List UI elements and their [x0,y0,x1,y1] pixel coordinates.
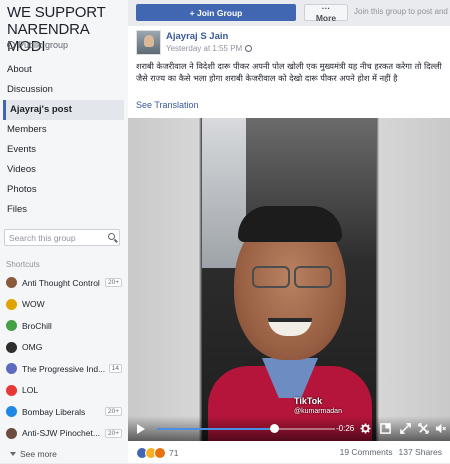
author-avatar[interactable] [136,30,161,55]
shortcut-item[interactable]: LOL [0,380,128,402]
see-more-label: See more [20,449,57,459]
see-more-link[interactable]: See more [0,444,128,464]
comments-count[interactable]: 19 Comments [340,447,393,457]
shares-count[interactable]: 137 Shares [399,447,442,457]
nav-discussion[interactable]: Discussion [0,80,128,100]
see-translation-link[interactable]: See Translation [136,100,199,110]
shortcut-label: WOW [22,299,45,310]
post-stats: 19 Comments 137 Shares [340,447,442,457]
post-author[interactable]: Ajayraj S Jain [166,31,228,42]
shortcuts-list: Anti Thought Control 20+ WOW BroChill OM… [0,272,128,464]
tiktok-watermark: TikTok [294,396,323,406]
group-privacy: Public group [7,40,68,50]
gear-icon[interactable] [360,423,371,434]
shortcut-label: Bombay Liberals [22,406,86,417]
tiktok-username: @kumarmadan [294,408,342,415]
group-avatar-icon [6,406,17,418]
search-icon[interactable] [108,233,115,240]
more-button[interactable]: ··· More [304,3,348,23]
car-window [202,118,246,268]
left-sidebar: WE SUPPORT NARENDRA MODI Public group Ab… [0,0,128,463]
reactions-summary[interactable]: 71 [136,447,178,459]
shortcut-label: BroChill [22,320,52,331]
notification-badge: 20+ [104,407,122,417]
shortcuts-heading: Shortcuts [6,260,40,269]
play-icon[interactable] [137,424,145,434]
group-privacy-label: Public group [18,40,69,50]
post-text: शराबी केजरीवाल ने विदेशी दारू पीकर अपनी … [136,61,442,83]
group-nav: About Discussion Ajayraj's post Members … [0,60,128,220]
notification-badge: 20+ [104,428,122,438]
nav-events[interactable]: Events [0,140,128,160]
shortcut-label: OMG [22,342,43,353]
notification-badge: 14 [108,364,122,374]
shortcut-label: Anti-SJW Pinochet... [22,428,100,439]
expand-icon[interactable] [400,423,411,434]
main-content: + Join Group ··· More Join this group to… [128,0,450,463]
search-placeholder: Search this group [9,233,76,243]
nav-photos[interactable]: Photos [0,180,128,200]
video-player[interactable]: TikTok @kumarmadan -0:26 [128,118,450,441]
video-controls: -0:26 [128,416,450,441]
video-progress-fill [157,428,275,430]
globe-icon [7,41,15,49]
post-card: Ajayraj S Jain Yesterday at 1:55 PM शराब… [128,26,450,463]
glasses-left [252,266,290,288]
nav-about[interactable]: About [0,60,128,80]
join-hint: Join this group to post and c [354,7,450,16]
shortcut-item[interactable]: Anti Thought Control 20+ [0,272,128,294]
video-progress-bar[interactable] [157,424,335,433]
video-person-hair [238,206,342,242]
nav-ajayrajs-post[interactable]: Ajayraj's post [3,100,124,120]
shortcut-item[interactable]: OMG [0,337,128,359]
globe-icon [245,45,253,52]
shortcut-item[interactable]: Bombay Liberals 20+ [0,401,128,423]
video-scrubber-handle[interactable] [270,424,280,433]
group-avatar-icon [6,427,17,439]
post-time-label: Yesterday at 1:55 PM [166,44,243,53]
post-footer: 71 19 Comments 137 Shares [128,443,450,463]
shortcut-item[interactable]: The Progressive Ind... 14 [0,358,128,380]
group-avatar-icon [6,277,17,289]
nav-files[interactable]: Files [0,200,128,220]
chevron-down-icon [10,452,16,456]
glasses-right [294,266,332,288]
group-avatar-icon [6,320,17,332]
video-time-remaining: -0:26 [336,424,355,433]
group-action-bar: + Join Group ··· More Join this group to… [128,0,450,26]
shortcut-label: LOL [22,385,39,396]
pip-icon[interactable] [418,423,429,434]
group-avatar-icon [6,384,17,396]
group-avatar-icon [6,298,17,310]
shortcut-item[interactable]: Anti-SJW Pinochet... 20+ [0,423,128,445]
join-group-button[interactable]: + Join Group [136,4,296,21]
nav-members[interactable]: Members [0,120,128,140]
fullscreen-box-icon[interactable] [380,423,391,434]
shortcut-label: The Progressive Ind... [22,363,106,374]
nav-videos[interactable]: Videos [0,160,128,180]
shortcut-item[interactable]: BroChill [0,315,128,337]
shortcut-label: Anti Thought Control [22,277,100,288]
group-avatar-icon [6,363,17,375]
reactions-count: 71 [169,448,179,458]
group-avatar-icon [6,341,17,353]
shortcut-item[interactable]: WOW [0,294,128,316]
post-timestamp[interactable]: Yesterday at 1:55 PM [166,44,253,53]
volume-muted-icon[interactable] [435,423,446,434]
angry-reaction-icon [154,447,166,459]
notification-badge: 20+ [104,278,122,288]
search-group-input[interactable]: Search this group [4,229,120,246]
